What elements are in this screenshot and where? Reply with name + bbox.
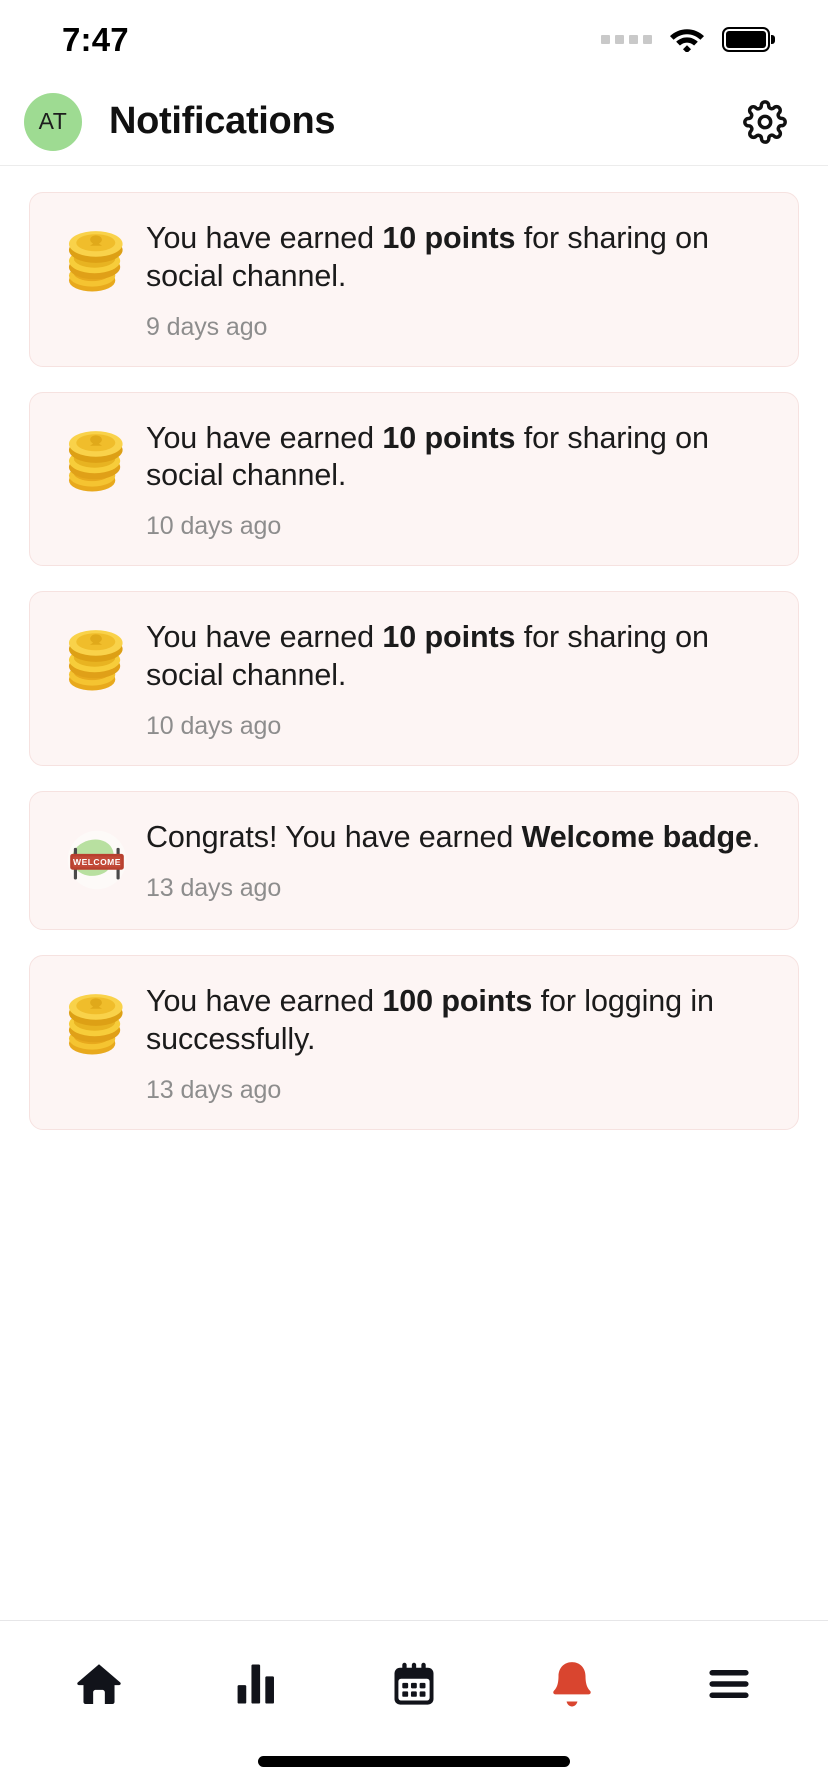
calendar-icon [394, 1662, 434, 1705]
notification-text-after: . [751, 819, 761, 854]
page-title: Notifications [109, 100, 336, 142]
notification-content: You have earned 10 points for sharing on… [140, 220, 774, 342]
coins-icon [54, 983, 140, 1069]
notification-highlight: 10 points [382, 620, 516, 655]
notification-item[interactable]: You have earned 10 points for sharing on… [29, 591, 799, 766]
notification-timestamp: 9 days ago [146, 312, 268, 341]
nav-item-menu[interactable] [650, 1621, 808, 1746]
notification-highlight: Welcome badge [521, 819, 752, 854]
notification-item[interactable]: You have earned 10 points for sharing on… [29, 391, 799, 567]
bar-chart-icon [237, 1664, 275, 1703]
notification-text: You have earned 100 points for logging i… [146, 983, 774, 1059]
notification-text: Congrats! You have earned Welcome badge. [146, 819, 774, 857]
notification-item[interactable]: You have earned 10 points for sharing on… [29, 192, 799, 367]
home-indicator-area [0, 1746, 828, 1792]
notification-text: You have earned 10 points for sharing on… [146, 619, 774, 695]
settings-button[interactable] [742, 99, 788, 145]
notification-content: You have earned 10 points for sharing on… [140, 420, 774, 542]
wifi-icon [670, 29, 704, 52]
coins-icon [54, 619, 140, 705]
status-bar: 7:47 [0, 0, 828, 78]
notification-timestamp: 13 days ago [146, 1075, 282, 1104]
nav-item-calendar[interactable] [335, 1621, 493, 1746]
nav-item-notifications[interactable] [493, 1621, 651, 1746]
notification-timestamp: 10 days ago [146, 711, 282, 740]
nav-item-stats[interactable] [178, 1621, 336, 1746]
notification-highlight: 100 points [382, 983, 533, 1018]
notification-text: You have earned 10 points for sharing on… [146, 420, 774, 496]
welcome-badge-icon: WELCOME [54, 819, 140, 905]
nav-item-home[interactable] [20, 1621, 178, 1746]
bottom-navigation [0, 1620, 828, 1746]
notification-timestamp: 13 days ago [146, 873, 282, 902]
hamburger-menu-icon [709, 1669, 749, 1698]
home-indicator[interactable] [258, 1755, 570, 1767]
notification-highlight: 10 points [382, 420, 516, 455]
notification-text-before: You have earned [146, 620, 383, 655]
app-header: AT Notifications [0, 78, 828, 166]
notification-item[interactable]: You have earned 100 points for logging i… [29, 954, 799, 1130]
svg-text:WELCOME: WELCOME [73, 857, 121, 867]
bell-icon [552, 1661, 591, 1706]
signal-dots-icon [601, 34, 652, 44]
notification-content: You have earned 10 points for sharing on… [140, 619, 774, 741]
notification-timestamp: 10 days ago [146, 512, 282, 541]
notification-content: You have earned 100 points for logging i… [140, 983, 774, 1105]
notification-text: You have earned 10 points for sharing on… [146, 220, 774, 296]
gear-icon [743, 99, 787, 144]
status-bar-indicators [601, 26, 775, 52]
notification-list: You have earned 10 points for sharing on… [0, 166, 828, 1620]
notification-content: Congrats! You have earned Welcome badge.… [140, 819, 774, 903]
notification-text-before: Congrats! You have earned [146, 819, 522, 854]
notification-text-before: You have earned [146, 221, 383, 255]
coins-icon [54, 420, 140, 506]
coins-icon [54, 220, 140, 306]
status-bar-time: 7:47 [62, 20, 129, 58]
home-icon [77, 1663, 121, 1704]
notification-item[interactable]: WELCOME Congrats! You have earned Welcom… [29, 790, 799, 930]
notification-text-before: You have earned [146, 420, 383, 455]
battery-full-icon [722, 26, 775, 52]
notifications-screen: 7:47 AT Notifications You have earned 10… [0, 0, 828, 1792]
notification-text-before: You have earned [146, 983, 383, 1018]
avatar[interactable]: AT [24, 92, 82, 151]
notification-highlight: 10 points [382, 221, 516, 255]
